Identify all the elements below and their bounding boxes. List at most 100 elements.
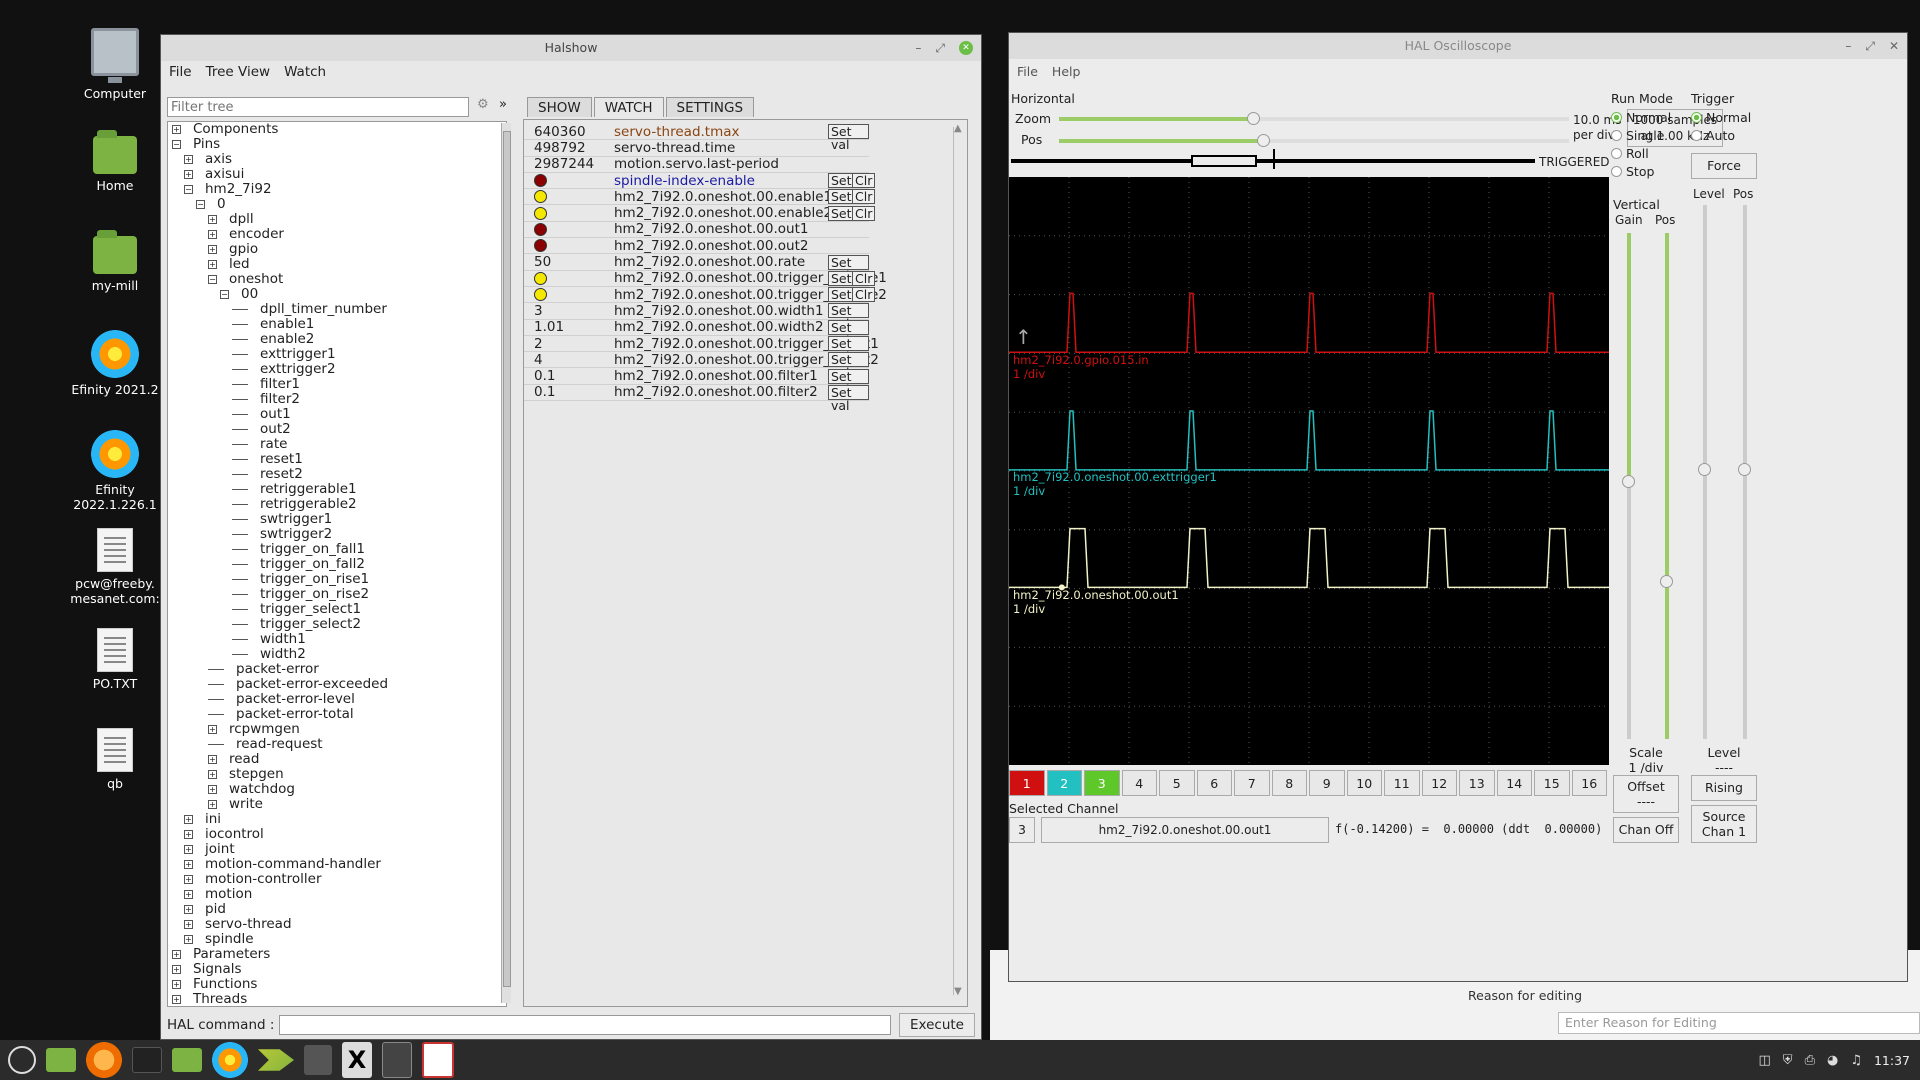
tree-item[interactable]: enable2 (172, 332, 506, 347)
channel-button-4[interactable]: 4 (1121, 770, 1157, 796)
expand-icon[interactable]: + (184, 919, 193, 929)
channel-button-8[interactable]: 8 (1271, 770, 1307, 796)
tree-item[interactable]: read-request (172, 737, 506, 752)
source-button[interactable]: Source Chan 1 (1691, 805, 1757, 843)
halshow-task-icon[interactable] (382, 1042, 412, 1078)
clear-filter-icon[interactable]: ⚙ (477, 97, 489, 112)
channel-button-10[interactable]: 10 (1346, 770, 1382, 796)
expand-icon[interactable]: + (208, 769, 217, 779)
trigger-normal[interactable]: Normal (1691, 108, 1761, 126)
vpos-slider-knob[interactable] (1660, 575, 1673, 588)
clr-button[interactable]: Clr (852, 287, 876, 303)
tree-item[interactable]: + motion-controller (172, 872, 506, 887)
vpos-slider[interactable] (1660, 233, 1673, 739)
set-button[interactable]: Set (828, 189, 855, 205)
pos-slider-knob[interactable] (1257, 134, 1270, 147)
tray-volume-icon[interactable]: ♫ (1850, 1053, 1862, 1068)
channel-button-13[interactable]: 13 (1459, 770, 1495, 796)
desktop-icon-my-mill[interactable]: my-mill (60, 230, 170, 293)
execute-button[interactable]: Execute (899, 1013, 975, 1037)
set-button[interactable]: Set (828, 287, 855, 303)
rising-button[interactable]: Rising (1691, 775, 1757, 801)
tray-clipboard-icon[interactable]: ◫ (1759, 1053, 1771, 1068)
collapse-icon[interactable]: − (196, 199, 205, 209)
expand-icon[interactable]: + (208, 244, 217, 254)
expand-icon[interactable]: + (184, 859, 193, 869)
expand-icon[interactable]: + (172, 979, 181, 989)
set-val-button[interactable]: Set val (828, 303, 869, 330)
halscope-task-icon[interactable] (422, 1042, 454, 1078)
tree-item[interactable]: trigger_on_rise2 (172, 587, 506, 602)
tree-item[interactable]: filter2 (172, 392, 506, 407)
clock[interactable]: 11:37 (1874, 1053, 1910, 1068)
trigger-level-knob[interactable] (1698, 463, 1711, 476)
tree-item[interactable]: filter1 (172, 377, 506, 392)
tree-item[interactable]: retriggerable2 (172, 497, 506, 512)
trigger-pos-knob[interactable] (1738, 463, 1751, 476)
channel-button-3[interactable]: 3 (1084, 770, 1120, 796)
expand-icon[interactable]: + (184, 829, 193, 839)
menu-watch[interactable]: Watch (284, 61, 326, 83)
tab-show[interactable]: SHOW (527, 97, 592, 117)
maximize-icon[interactable]: ⤢ (1865, 33, 1875, 59)
tab-watch[interactable]: WATCH (593, 97, 664, 117)
set-button[interactable]: Set (828, 173, 855, 189)
tree-item[interactable]: + Functions (172, 977, 506, 992)
filter-tree-input[interactable] (167, 97, 469, 117)
set-val-button[interactable]: Set val (828, 368, 869, 396)
terminal-icon[interactable] (132, 1047, 162, 1073)
menu-help[interactable]: Help (1052, 61, 1081, 81)
channel-button-6[interactable]: 6 (1196, 770, 1232, 796)
tree-item[interactable]: + ini (172, 812, 506, 827)
tree-item[interactable]: swtrigger2 (172, 527, 506, 542)
desktop-icon-computer[interactable]: Computer (60, 28, 170, 101)
tree-item[interactable]: exttrigger2 (172, 362, 506, 377)
tree-item[interactable]: + axis (172, 152, 506, 167)
tree-item[interactable]: + watchdog (172, 782, 506, 797)
efinity-icon[interactable] (212, 1042, 248, 1078)
tree-item[interactable]: + write (172, 797, 506, 812)
reason-input[interactable]: Enter Reason for Editing (1558, 1012, 1920, 1034)
tree-item[interactable]: packet-error-level (172, 692, 506, 707)
tree-item[interactable]: + encoder (172, 227, 506, 242)
clr-button[interactable]: Clr (852, 205, 876, 221)
selected-channel-name[interactable]: hm2_7i92.0.oneshot.00.out1 (1041, 817, 1329, 843)
channel-button-16[interactable]: 16 (1571, 770, 1607, 796)
tree-item[interactable]: + motion-command-handler (172, 857, 506, 872)
tree-item[interactable]: trigger_on_fall1 (172, 542, 506, 557)
tree-item[interactable]: trigger_select1 (172, 602, 506, 617)
desktop-icon-pcw[interactable]: pcw@freeby. mesanet.com: (60, 528, 170, 606)
tree-item[interactable]: dpll_timer_number (172, 302, 506, 317)
expand-icon[interactable]: + (184, 934, 193, 944)
tree-item[interactable]: packet-error (172, 662, 506, 677)
tree-item[interactable]: swtrigger1 (172, 512, 506, 527)
tree-item[interactable]: packet-error-total (172, 707, 506, 722)
desktop-icon-home[interactable]: Home (60, 130, 170, 193)
desktop-icon-efinity-2021[interactable]: Efinity 2021.2 (60, 330, 170, 397)
mint-menu-icon[interactable] (8, 1046, 36, 1074)
tree-item[interactable]: − hm2_7i92 (172, 182, 506, 197)
gain-slider-knob[interactable] (1622, 475, 1635, 488)
tree-item[interactable]: enable1 (172, 317, 506, 332)
run-mode-normal[interactable]: Normal (1611, 108, 1681, 126)
expand-icon[interactable]: + (172, 994, 181, 1004)
expand-icon[interactable]: + (172, 964, 181, 974)
expand-icon[interactable]: + (184, 904, 193, 914)
record-window[interactable] (1191, 155, 1257, 167)
calculator-icon[interactable] (304, 1045, 332, 1075)
tree-item[interactable]: + Threads (172, 992, 506, 1006)
trigger-auto[interactable]: Auto (1691, 126, 1761, 144)
channel-button-12[interactable]: 12 (1421, 770, 1457, 796)
run-mode-roll[interactable]: Roll (1611, 144, 1681, 162)
expand-icon[interactable]: + (208, 724, 217, 734)
menu-tree-view[interactable]: Tree View (206, 61, 270, 83)
set-val-button[interactable]: Set val (828, 384, 869, 412)
channel-button-5[interactable]: 5 (1159, 770, 1195, 796)
set-button[interactable]: Set (828, 205, 855, 221)
tree-item[interactable]: + motion (172, 887, 506, 902)
record-bar[interactable] (1011, 149, 1535, 169)
clr-button[interactable]: Clr (852, 270, 876, 286)
tree-item[interactable]: exttrigger1 (172, 347, 506, 362)
tree-item[interactable]: + Parameters (172, 947, 506, 962)
launcher-icon[interactable] (258, 1049, 294, 1071)
